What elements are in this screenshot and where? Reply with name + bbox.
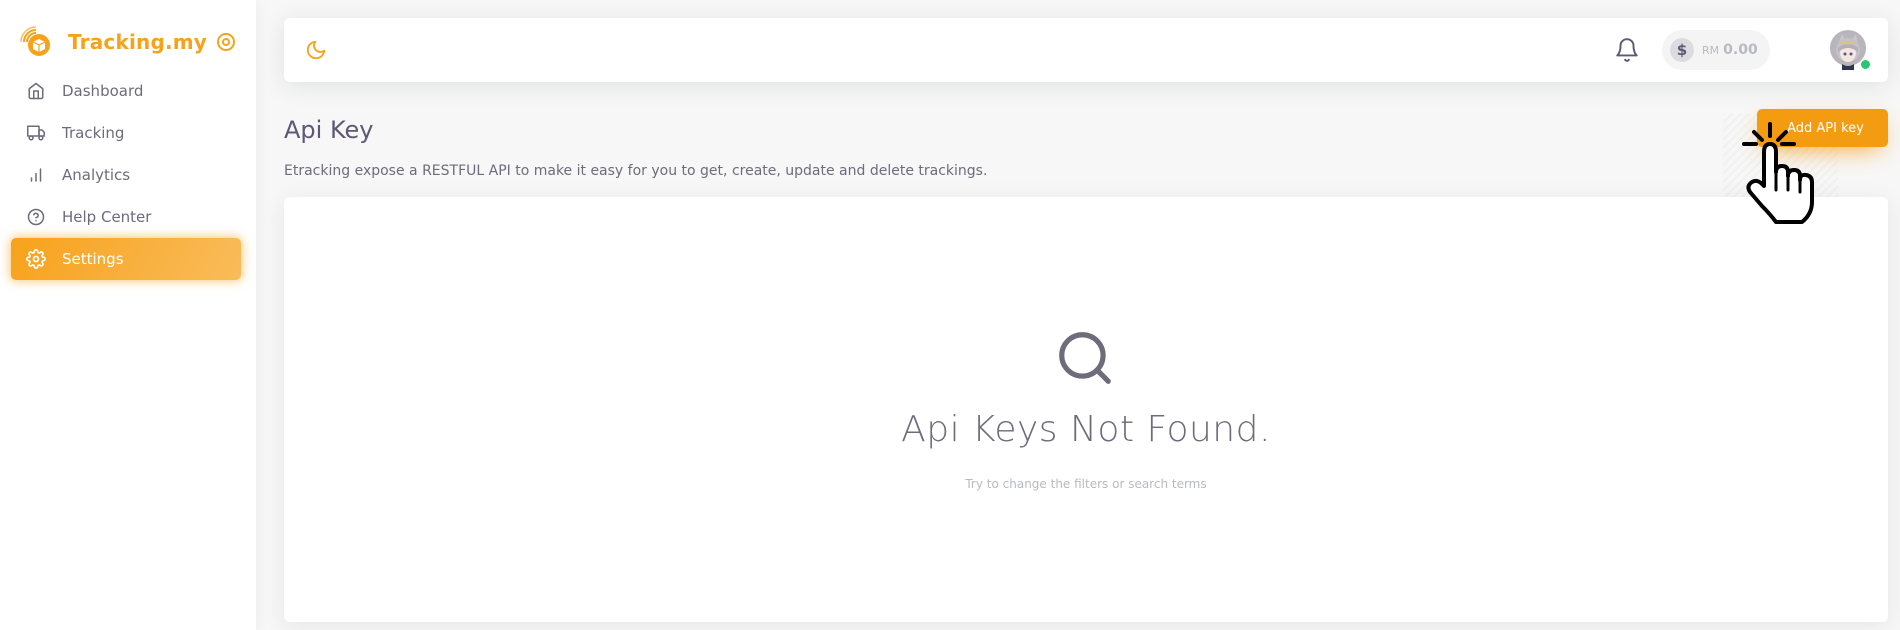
page-title: Api Key <box>284 116 374 144</box>
sidebar-item-tracking[interactable]: Tracking <box>11 112 241 154</box>
sidebar-item-label: Settings <box>62 250 124 268</box>
brand-name: Tracking.my <box>68 30 208 54</box>
api-keys-card: Api Keys Not Found. Try to change the fi… <box>284 197 1888 622</box>
help-circle-icon <box>26 207 46 227</box>
hand-pointer-cursor-icon <box>1742 122 1814 224</box>
sidebar-item-settings[interactable]: Settings <box>11 238 241 280</box>
wallet-currency: RM <box>1702 43 1720 57</box>
sidebar-item-help-center[interactable]: Help Center <box>11 196 241 238</box>
sidebar-item-label: Dashboard <box>62 82 144 100</box>
brand-logo-icon <box>20 26 50 56</box>
page-description: Etracking expose a RESTFUL API to make i… <box>284 163 988 179</box>
settings-icon <box>26 249 46 269</box>
sidebar-item-analytics[interactable]: Analytics <box>11 154 241 196</box>
user-avatar[interactable] <box>1828 30 1871 70</box>
sidebar-item-label: Tracking <box>62 124 125 142</box>
sidebar-toggle-icon[interactable] <box>216 32 236 52</box>
top-navbar: $ RM 0.00 <box>284 18 1888 82</box>
sidebar-item-label: Help Center <box>62 208 152 226</box>
wallet-amount: 0.00 <box>1723 42 1758 58</box>
sidebar-item-dashboard[interactable]: Dashboard <box>11 70 241 112</box>
bell-icon[interactable] <box>1614 36 1640 64</box>
home-icon <box>26 81 46 101</box>
moon-icon[interactable] <box>305 39 327 61</box>
sidebar-item-label: Analytics <box>62 166 131 184</box>
wallet-balance[interactable]: $ RM 0.00 <box>1662 30 1770 70</box>
empty-state-title: Api Keys Not Found. <box>901 409 1271 450</box>
online-status-dot <box>1860 59 1871 70</box>
bar-chart-icon <box>26 165 46 185</box>
brand[interactable]: Tracking.my <box>20 26 240 58</box>
search-icon <box>1059 332 1111 384</box>
sidebar: Tracking.my Dashboard Tracking Analytics <box>0 0 256 630</box>
empty-state-subtitle: Try to change the filters or search term… <box>965 477 1207 491</box>
dollar-icon: $ <box>1670 38 1694 62</box>
truck-icon <box>26 123 46 143</box>
